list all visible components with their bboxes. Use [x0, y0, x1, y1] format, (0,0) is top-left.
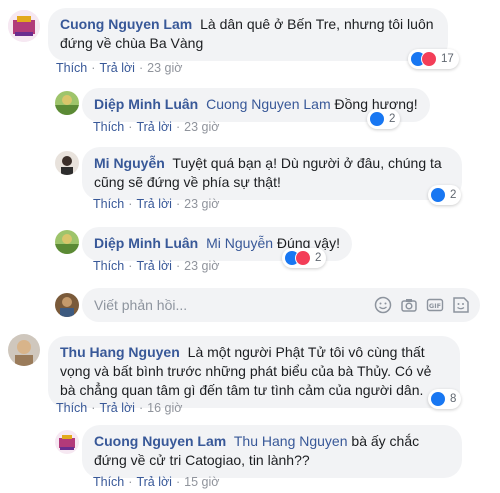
timestamp[interactable]: 23 giờ — [184, 259, 219, 273]
profile-photo-icon — [55, 91, 79, 115]
like-link[interactable]: Thích — [93, 197, 124, 211]
comment-actions: Thích · Trả lời · 23 giờ — [93, 120, 220, 134]
reaction-summary[interactable]: 2 — [367, 109, 401, 129]
comment-actions: Thích · Trả lời · 23 giờ — [93, 259, 220, 273]
profile-photo-icon — [55, 430, 79, 454]
comment-bubble: Cuong Nguyen Lam Thu Hang Nguyen bà ấy c… — [82, 425, 462, 478]
profile-photo-icon — [55, 151, 79, 175]
timestamp[interactable]: 16 giờ — [147, 401, 182, 415]
reply-link[interactable]: Trả lời — [99, 401, 135, 415]
emoji-icon[interactable] — [374, 296, 392, 314]
comment-actions: Thích · Trả lời · 23 giờ — [56, 61, 183, 75]
profile-photo-icon — [55, 293, 79, 317]
like-link[interactable]: Thích — [56, 401, 87, 415]
author-name[interactable]: Diệp Minh Luân — [94, 96, 198, 112]
reply-link[interactable]: Trả lời — [136, 475, 172, 489]
reply-link[interactable]: Trả lời — [99, 61, 135, 75]
mention-link[interactable]: Thu Hang Nguyen — [234, 433, 348, 449]
comment-actions: Thích · Trả lời · 15 giờ — [93, 475, 220, 489]
like-icon — [430, 187, 446, 203]
heart-icon — [421, 51, 437, 67]
avatar[interactable] — [55, 230, 79, 254]
timestamp[interactable]: 23 giờ — [184, 197, 219, 211]
comment-bubble: Thu Hang Nguyen Là một người Phật Tử tôi… — [48, 336, 460, 408]
author-name[interactable]: Thu Hang Nguyen — [60, 344, 180, 360]
like-icon — [369, 111, 385, 127]
mention-link[interactable]: Mi Nguyễn — [206, 235, 273, 251]
profile-photo-icon — [8, 334, 40, 366]
comment-actions: Thích · Trả lời · 16 giờ — [56, 401, 183, 415]
reaction-count: 8 — [450, 393, 457, 405]
reaction-count: 17 — [441, 53, 454, 65]
timestamp[interactable]: 23 giờ — [184, 120, 219, 134]
comment-bubble: Cuong Nguyen Lam Là dân quê ở Bến Tre, n… — [48, 8, 448, 61]
author-name[interactable]: Cuong Nguyen Lam — [94, 433, 226, 449]
reaction-summary[interactable]: 8 — [428, 389, 462, 409]
profile-photo-icon — [55, 230, 79, 254]
profile-photo-icon — [8, 10, 40, 42]
avatar[interactable] — [8, 10, 40, 42]
like-link[interactable]: Thích — [93, 475, 124, 489]
reply-placeholder: Viết phản hồi... — [94, 297, 188, 313]
reaction-summary[interactable]: 17 — [408, 49, 459, 69]
reply-link[interactable]: Trả lời — [136, 197, 172, 211]
comment-actions: Thích · Trả lời · 23 giờ — [93, 197, 220, 211]
gif-icon[interactable]: GIF — [426, 296, 444, 314]
reply-link[interactable]: Trả lời — [136, 259, 172, 273]
timestamp[interactable]: 23 giờ — [147, 61, 182, 75]
reaction-count: 2 — [315, 252, 322, 264]
avatar[interactable] — [8, 334, 40, 366]
sticker-icon[interactable] — [452, 296, 470, 314]
avatar[interactable] — [55, 91, 79, 115]
timestamp[interactable]: 15 giờ — [184, 475, 219, 489]
like-link[interactable]: Thích — [56, 61, 87, 75]
author-name[interactable]: Cuong Nguyen Lam — [60, 16, 192, 32]
reaction-summary[interactable]: 2 — [428, 185, 462, 205]
mention-link[interactable]: Cuong Nguyen Lam — [206, 96, 331, 112]
like-link[interactable]: Thích — [93, 120, 124, 134]
like-link[interactable]: Thích — [93, 259, 124, 273]
heart-icon — [295, 250, 311, 266]
camera-icon[interactable] — [400, 296, 418, 314]
comment-bubble: Mi Nguyễn Tuyệt quá bạn ạ! Dù người ở đâ… — [82, 147, 462, 200]
reaction-count: 2 — [450, 189, 457, 201]
author-name[interactable]: Diệp Minh Luân — [94, 235, 198, 251]
author-name[interactable]: Mi Nguyễn — [94, 155, 165, 171]
avatar[interactable] — [55, 430, 79, 454]
current-user-avatar — [55, 293, 79, 317]
reaction-count: 2 — [389, 113, 396, 125]
reply-link[interactable]: Trả lời — [136, 120, 172, 134]
like-icon — [430, 391, 446, 407]
avatar[interactable] — [55, 151, 79, 175]
reply-input[interactable]: Viết phản hồi... GIF — [82, 288, 480, 322]
reply-tools: GIF — [374, 296, 470, 314]
reaction-summary[interactable]: 2 — [282, 248, 327, 268]
svg-text:GIF: GIF — [429, 302, 441, 310]
